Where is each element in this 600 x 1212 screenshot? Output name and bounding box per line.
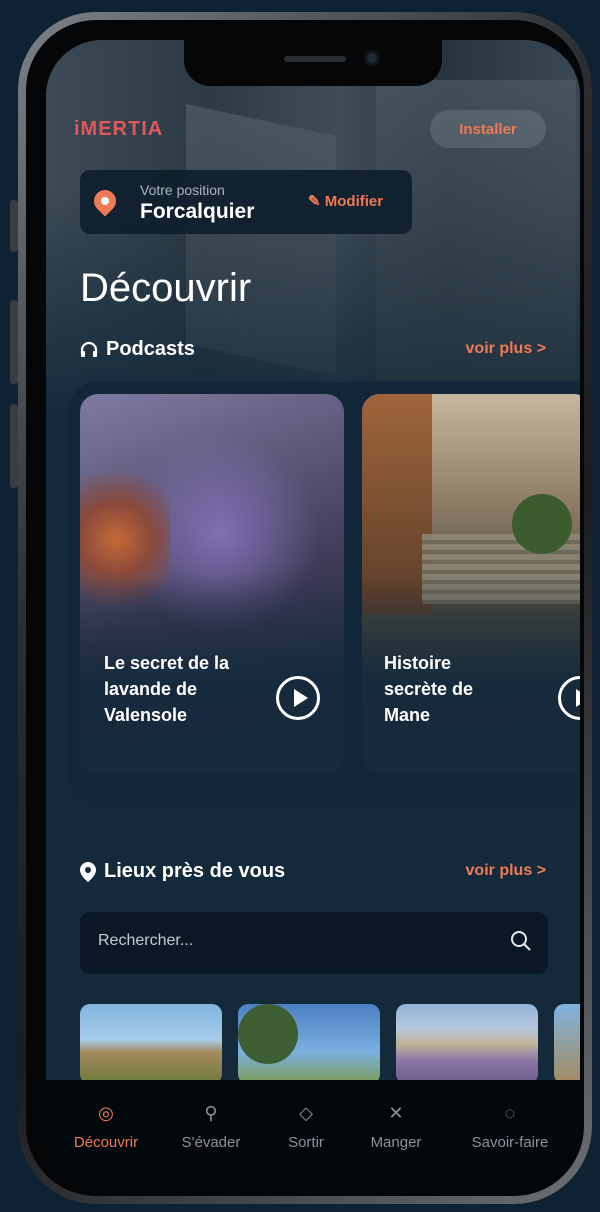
hiker-icon: ⚲	[204, 1103, 218, 1123]
headphones-icon	[80, 341, 98, 357]
search-icon[interactable]	[510, 930, 532, 952]
location-card: Votre position Forcalquier ✎ Modifier	[80, 170, 412, 234]
edit-icon: ✎	[308, 193, 321, 210]
phone-volume-down	[10, 404, 18, 488]
place-thumbnail[interactable]	[396, 1004, 538, 1084]
map-pin-icon	[80, 861, 96, 882]
tab-savoir-faire[interactable]: ◌ Savoir-faire	[454, 1102, 566, 1151]
app-logo[interactable]: iMERTIA	[74, 118, 163, 141]
phone-volume-up	[10, 300, 18, 384]
place-thumbnail[interactable]	[554, 1004, 580, 1084]
building-shape	[186, 104, 336, 376]
handshake-icon: ◌	[504, 1103, 516, 1123]
podcast-card[interactable]: Histoire secrète de Mane	[362, 394, 580, 774]
podcast-card[interactable]: Le secret de la lavande de Valensole	[80, 394, 344, 774]
podcast-title: Le secret de la lavande de Valensole	[104, 653, 230, 725]
location-pin-icon	[89, 185, 121, 217]
phone-silent-switch	[10, 200, 18, 252]
tab-label: Manger	[370, 1134, 422, 1151]
podcasts-see-more-link[interactable]: voir plus >	[466, 340, 546, 358]
plant-image	[512, 494, 572, 554]
podcast-title: Histoire secrète de Mane	[384, 653, 474, 725]
search-bar	[80, 912, 548, 974]
tab-manger[interactable]: ✕ Manger	[356, 1102, 436, 1151]
tab-label: Savoir-faire	[471, 1134, 549, 1151]
play-icon[interactable]	[276, 676, 320, 720]
bottom-tab-bar: ◎ Découvrir ⚲ S'évader ◇ Sortir ✕ Manger…	[46, 1080, 580, 1190]
places-see-more-link[interactable]: voir plus >	[466, 862, 546, 880]
ticket-icon: ◇	[299, 1103, 313, 1123]
phone-notch	[184, 40, 442, 86]
place-thumbnail[interactable]	[80, 1004, 222, 1084]
search-input[interactable]	[98, 932, 478, 950]
places-heading: Lieux près de vous	[80, 860, 285, 883]
places-heading-label: Lieux près de vous	[104, 860, 286, 882]
cutlery-icon: ✕	[388, 1103, 404, 1123]
install-button[interactable]: Installer	[430, 110, 546, 148]
speaker-grille	[284, 56, 346, 62]
compass-icon: ◎	[98, 1103, 114, 1123]
modify-location-button[interactable]: ✎ Modifier	[308, 192, 383, 210]
tab-sortir[interactable]: ◇ Sortir	[276, 1102, 336, 1151]
tree-image	[238, 1004, 298, 1064]
place-thumbnail[interactable]	[238, 1004, 380, 1084]
podcasts-heading: Podcasts	[80, 338, 195, 361]
tab-sevader[interactable]: ⚲ S'évader	[166, 1102, 256, 1151]
page-title: Découvrir	[80, 266, 252, 310]
tab-label: Sortir	[288, 1134, 324, 1151]
modify-label: Modifier	[324, 193, 384, 210]
tab-label: S'évader	[181, 1134, 241, 1151]
tab-label: Découvrir	[73, 1134, 139, 1151]
tab-decouvrir[interactable]: ◎ Découvrir	[66, 1102, 146, 1151]
location-city: Forcalquier	[140, 200, 255, 223]
podcasts-heading-label: Podcasts	[106, 338, 195, 360]
app-screen: iMERTIA Installer Votre position Forcalq…	[46, 40, 580, 1190]
location-label: Votre position	[140, 182, 225, 198]
camera-icon	[364, 50, 380, 66]
